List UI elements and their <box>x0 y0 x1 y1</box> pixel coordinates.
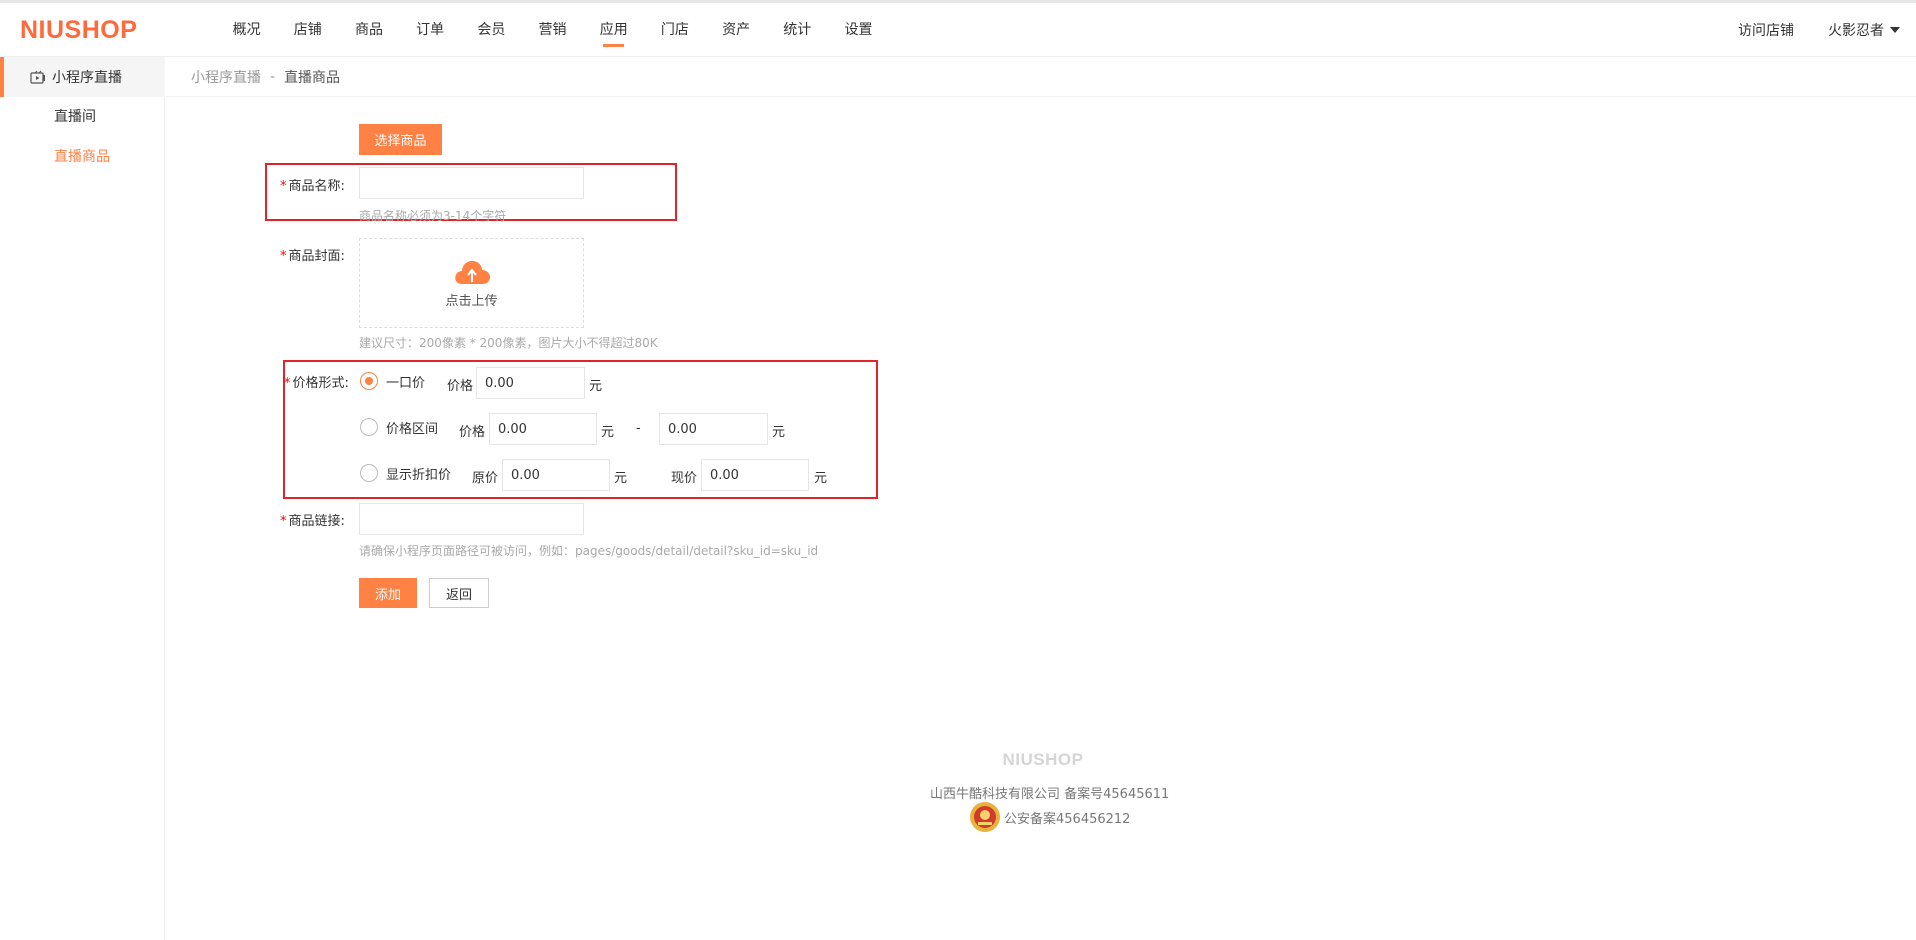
breadcrumb-separator: - <box>270 68 276 85</box>
sidebar: 小程序直播 直播间 直播商品 <box>0 57 165 940</box>
nav-item-apps[interactable]: 应用 <box>583 3 644 57</box>
cloud-upload-icon <box>454 260 490 284</box>
goods-cover-label: * 商品封面: <box>280 249 345 264</box>
range-max-unit: 元 <box>772 425 786 440</box>
back-button[interactable]: 返回 <box>429 578 489 608</box>
nav-item-shop[interactable]: 店铺 <box>277 3 338 57</box>
cover-upload-area[interactable]: 点击上传 <box>359 238 584 328</box>
current-price-label: 现价 <box>671 471 698 486</box>
nav-item-members[interactable]: 会员 <box>461 3 522 57</box>
header-actions: 访问店铺 火影忍者 <box>1738 3 1900 57</box>
range-price-label: 价格 <box>459 425 486 440</box>
user-name: 火影忍者 <box>1828 23 1884 39</box>
main-nav: 概况 店铺 商品 订单 会员 营销 应用 门店 资产 统计 设置 <box>216 3 889 57</box>
cover-hint: 建议尺寸：200像素 * 200像素，图片大小不得超过80K <box>359 336 658 350</box>
price-type-label: * 价格形式: <box>284 376 349 391</box>
nav-item-marketing[interactable]: 营销 <box>522 3 583 57</box>
live-broadcast-icon <box>30 70 45 84</box>
original-price-input[interactable]: 0.00 <box>502 459 610 491</box>
radio-fixed-price-label: 一口价 <box>386 376 426 391</box>
radio-fixed-price[interactable] <box>360 372 378 390</box>
goods-name-input[interactable] <box>359 167 584 199</box>
footer-police-record[interactable]: 公安备案456456212 <box>968 800 1130 834</box>
radio-discount-price[interactable] <box>360 464 378 482</box>
upload-text: 点击上传 <box>445 293 498 309</box>
sidebar-section-title: 小程序直播 <box>52 70 122 86</box>
nav-item-goods[interactable]: 商品 <box>338 3 399 57</box>
police-emblem-icon <box>970 802 1000 832</box>
nav-item-overview[interactable]: 概况 <box>216 3 277 57</box>
original-price-unit: 元 <box>614 471 628 486</box>
current-price-unit: 元 <box>814 471 828 486</box>
nav-item-orders[interactable]: 订单 <box>400 3 461 57</box>
nav-item-stats[interactable]: 统计 <box>767 3 828 57</box>
brand-logo[interactable]: NIUSHOP <box>20 16 137 45</box>
goods-link-input[interactable] <box>359 503 584 535</box>
breadcrumb-current: 直播商品 <box>284 69 341 86</box>
goods-link-hint: 请确保小程序页面路径可被访问，例如：pages/goods/detail/det… <box>359 544 819 558</box>
footer-logo: NIUSHOP <box>1002 750 1084 769</box>
breadcrumb: 小程序直播 - 直播商品 <box>166 57 1916 97</box>
select-goods-button[interactable]: 选择商品 <box>359 124 442 155</box>
visit-shop-link[interactable]: 访问店铺 <box>1738 20 1794 40</box>
fixed-price-unit: 元 <box>589 379 603 394</box>
goods-link-label: * 商品链接: <box>280 514 345 529</box>
range-separator: - <box>636 421 641 436</box>
radio-price-range[interactable] <box>360 418 378 436</box>
sidebar-section-live[interactable]: 小程序直播 <box>0 57 165 97</box>
top-header: NIUSHOP 概况 店铺 商品 订单 会员 营销 应用 门店 资产 统计 设置… <box>0 3 1916 57</box>
add-button[interactable]: 添加 <box>359 578 417 608</box>
goods-name-label: * 商品名称: <box>280 179 345 194</box>
caret-down-icon <box>1890 27 1900 33</box>
radio-price-range-label: 价格区间 <box>386 422 439 437</box>
range-min-unit: 元 <box>601 425 615 440</box>
radio-discount-price-label: 显示折扣价 <box>386 468 452 483</box>
nav-item-stores[interactable]: 门店 <box>644 3 705 57</box>
breadcrumb-parent[interactable]: 小程序直播 <box>191 67 261 87</box>
fixed-price-input[interactable]: 0.00 <box>476 367 585 399</box>
range-min-input[interactable]: 0.00 <box>489 413 597 445</box>
nav-item-assets[interactable]: 资产 <box>706 3 767 57</box>
user-menu[interactable]: 火影忍者 <box>1828 20 1900 40</box>
nav-item-settings[interactable]: 设置 <box>828 3 889 57</box>
current-price-input[interactable]: 0.00 <box>701 459 809 491</box>
goods-name-hint: 商品名称必须为3-14个字符 <box>359 209 507 223</box>
original-price-label: 原价 <box>472 471 499 486</box>
range-max-input[interactable]: 0.00 <box>659 413 768 445</box>
sidebar-item-live-room[interactable]: 直播间 <box>54 106 96 126</box>
sidebar-item-live-goods[interactable]: 直播商品 <box>54 146 110 166</box>
police-record-text: 公安备案456456212 <box>1004 811 1131 827</box>
fixed-price-label: 价格 <box>447 379 474 394</box>
